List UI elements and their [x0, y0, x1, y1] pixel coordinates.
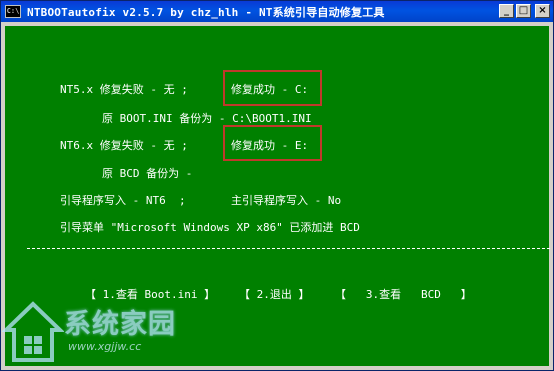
view-bcd-option[interactable]: 【 3.查看 BCD 】 — [335, 286, 472, 302]
nt5-result: 修复成功 - C: — [231, 83, 309, 96]
boot-write-status: 引导程序写入 - NT6 ; — [60, 194, 186, 207]
site-watermark: 系统家园 www.xgjjw.cc — [1, 300, 202, 368]
watermark-url: www.xgjjw.cc — [68, 340, 142, 353]
nt5-status-label: NT5.x 修复失败 - 无 ; — [60, 83, 188, 96]
minimize-button[interactable]: _ — [499, 4, 514, 18]
close-button[interactable]: × — [535, 4, 550, 18]
boot-menu-status: 引导菜单 "Microsoft Windows XP x86" 已添加进 BCD — [60, 221, 360, 234]
watermark-title: 系统家园 — [64, 309, 176, 340]
console-icon: C:\ — [5, 5, 21, 18]
window-controls: _ □ × — [499, 4, 550, 18]
window-title: NTBOOTautofix v2.5.7 by chz_hlh - NT系统引导… — [27, 5, 385, 19]
mbr-write-status: 主引导程序写入 - No — [231, 194, 342, 207]
title-bar[interactable]: C:\ NTBOOTautofix v2.5.7 by chz_hlh - NT… — [1, 1, 553, 22]
house-logo-icon — [1, 301, 65, 362]
maximize-button[interactable]: □ — [516, 4, 531, 18]
nt6-result: 修复成功 - E: — [231, 139, 309, 152]
nt6-backup-path: 原 BCD 备份为 - — [102, 167, 193, 180]
exit-option[interactable]: 【 2.退出 】 — [239, 286, 310, 302]
nt6-status-label: NT6.x 修复失败 - 无 ; — [60, 139, 188, 152]
nt5-backup-path: 原 BOOT.INI 备份为 - C:\BOOT1.INI — [102, 112, 312, 125]
divider-line — [27, 248, 550, 249]
